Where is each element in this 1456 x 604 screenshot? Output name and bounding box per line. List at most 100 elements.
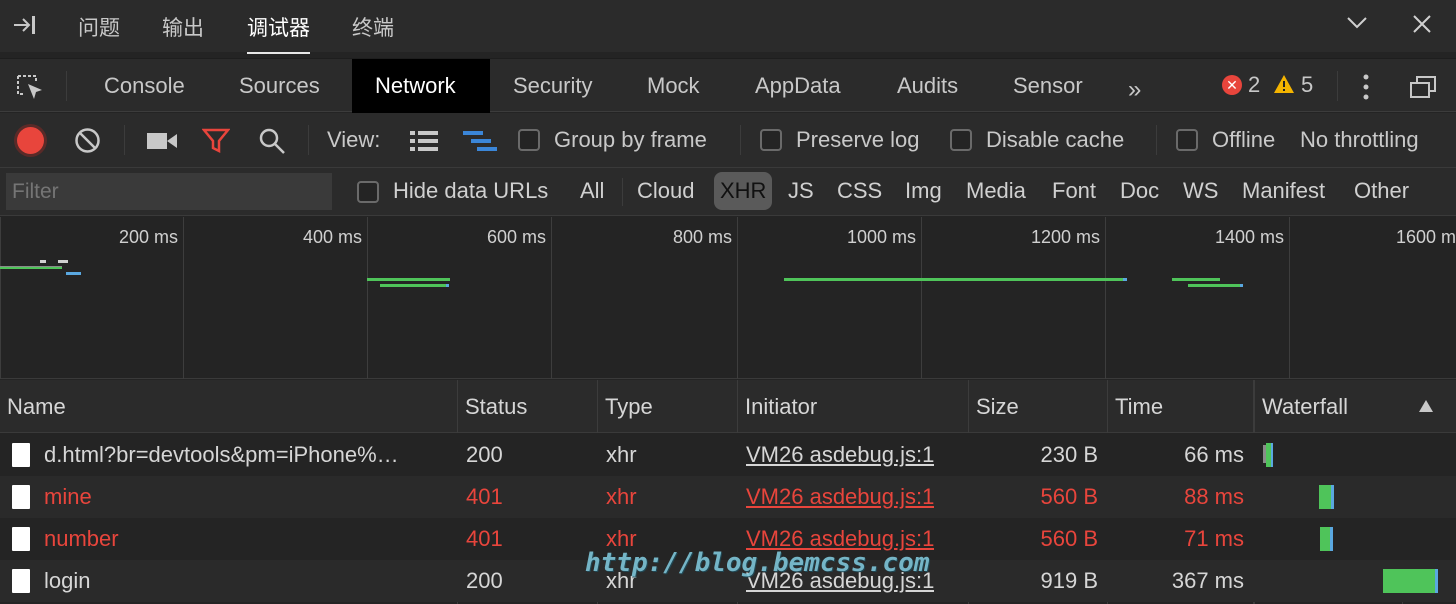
request-name[interactable]: number [44, 518, 444, 560]
list-view-icon[interactable] [410, 130, 438, 157]
group-by-frame-label[interactable]: Group by frame [554, 127, 707, 153]
panel-tab-debugger[interactable]: 调试器 [247, 12, 310, 54]
panel-tab-bar: 问题 输出 调试器 终端 [0, 0, 1456, 54]
filter-type-font[interactable]: Font [1052, 178, 1096, 204]
request-status: 200 [466, 442, 503, 467]
request-time: 66 ms [1184, 442, 1244, 467]
overview-tick: 1600 ms [1396, 227, 1456, 247]
panel-tab-terminal[interactable]: 终端 [352, 12, 394, 42]
tab-mock[interactable]: Mock [624, 59, 723, 113]
error-icon[interactable]: ✕ [1222, 75, 1242, 95]
filter-bar: Hide data URLs All Cloud XHR JS CSS Img … [0, 168, 1456, 216]
sort-ascending-icon[interactable] [1418, 399, 1434, 418]
preserve-log-label[interactable]: Preserve log [796, 127, 920, 153]
inspect-element-icon[interactable] [16, 74, 46, 107]
screenshot-video-icon[interactable] [147, 131, 177, 156]
offline-label[interactable]: Offline [1212, 127, 1275, 153]
request-name[interactable]: d.html?br=devtools&pm=iPhone%… [44, 434, 444, 476]
request-table-body: d.html?br=devtools&pm=iPhone%… 200 xhr V… [0, 434, 1456, 604]
throttling-select[interactable]: No throttling [1300, 127, 1419, 153]
overview-bar [1240, 284, 1243, 287]
chevron-down-icon[interactable] [1346, 16, 1368, 35]
filter-input[interactable] [6, 173, 332, 210]
request-time: 88 ms [1184, 484, 1244, 509]
warning-icon[interactable] [1273, 74, 1295, 99]
column-status[interactable]: Status [457, 380, 597, 433]
offline-checkbox[interactable] [1176, 129, 1198, 151]
overview-bar [1123, 278, 1127, 281]
waterfall-bar [1319, 485, 1331, 509]
column-size[interactable]: Size [968, 380, 1107, 433]
overview-bar [0, 267, 62, 269]
overview-timeline[interactable]: 200 ms 400 ms 600 ms 800 ms 1000 ms 1200… [0, 217, 1456, 379]
filter-type-other[interactable]: Other [1354, 178, 1409, 204]
filter-type-img[interactable]: Img [905, 178, 942, 204]
request-size: 919 B [1040, 568, 1099, 593]
panel-tab-problems[interactable]: 问题 [78, 12, 120, 42]
error-count[interactable]: 2 [1248, 72, 1260, 98]
waterfall-bar [1320, 527, 1330, 551]
warning-count[interactable]: 5 [1301, 72, 1313, 98]
tab-sensor[interactable]: Sensor [990, 59, 1106, 113]
undock-icon[interactable] [1410, 76, 1436, 103]
close-icon[interactable] [1412, 14, 1432, 39]
document-icon [12, 527, 30, 551]
overview-tick: 800 ms [672, 227, 732, 247]
watermark: http://blog.bemcss.com [585, 548, 930, 578]
overview-bar [1188, 284, 1242, 287]
clear-icon[interactable] [74, 127, 101, 159]
tab-audits[interactable]: Audits [874, 59, 981, 113]
filter-type-js[interactable]: JS [788, 178, 814, 204]
disable-cache-label[interactable]: Disable cache [986, 127, 1124, 153]
search-icon[interactable] [258, 127, 286, 160]
tab-security[interactable]: Security [490, 59, 615, 113]
record-button[interactable] [17, 127, 44, 154]
overview-bar [367, 278, 450, 281]
filter-type-ws[interactable]: WS [1183, 178, 1218, 204]
request-size: 560 B [1040, 526, 1099, 551]
request-initiator-link[interactable]: VM26 asdebug.js:1 [746, 476, 934, 518]
request-status: 401 [466, 484, 503, 509]
waterfall-view-icon[interactable] [463, 130, 497, 157]
filter-type-cloud[interactable]: Cloud [637, 178, 694, 204]
kebab-menu-icon[interactable] [1363, 73, 1369, 106]
overview-tick: 400 ms [302, 227, 362, 247]
panel-tab-output[interactable]: 输出 [162, 12, 204, 42]
tab-console[interactable]: Console [81, 59, 208, 113]
filter-type-all[interactable]: All [580, 178, 604, 204]
request-initiator-link[interactable]: VM26 asdebug.js:1 [746, 434, 934, 476]
toggle-sidebar-icon[interactable] [12, 14, 40, 36]
column-type[interactable]: Type [597, 380, 737, 433]
waterfall-bar [1331, 485, 1334, 509]
request-name[interactable]: login [44, 560, 444, 602]
filter-icon[interactable] [201, 128, 231, 159]
filter-type-doc[interactable]: Doc [1120, 178, 1159, 204]
overview-tick: 600 ms [486, 227, 546, 247]
column-time[interactable]: Time [1107, 380, 1253, 433]
request-size: 230 B [1040, 442, 1099, 467]
hide-data-urls-label[interactable]: Hide data URLs [393, 178, 548, 204]
filter-type-css[interactable]: CSS [837, 178, 882, 204]
group-by-frame-checkbox[interactable] [518, 129, 540, 151]
more-tabs-icon[interactable]: » [1128, 76, 1141, 104]
overview-bar [40, 260, 46, 263]
table-row[interactable]: d.html?br=devtools&pm=iPhone%… 200 xhr V… [0, 434, 1456, 476]
request-status: 200 [466, 568, 503, 593]
request-name[interactable]: mine [44, 476, 444, 518]
devtools-tab-bar: Console Sources Network Security Mock Ap… [0, 58, 1456, 113]
column-name[interactable]: Name [0, 380, 457, 433]
request-size: 560 B [1040, 484, 1099, 509]
waterfall-bar [1435, 569, 1438, 593]
filter-type-xhr[interactable]: XHR [714, 172, 773, 210]
table-row[interactable]: mine 401 xhr VM26 asdebug.js:1 560 B 88 … [0, 476, 1456, 518]
filter-type-manifest[interactable]: Manifest [1242, 178, 1325, 204]
disable-cache-checkbox[interactable] [950, 129, 972, 151]
tab-sources[interactable]: Sources [216, 59, 343, 113]
request-type: xhr [606, 442, 637, 467]
hide-data-urls-checkbox[interactable] [357, 181, 379, 203]
column-initiator[interactable]: Initiator [737, 380, 968, 433]
filter-type-media[interactable]: Media [966, 178, 1026, 204]
tab-network[interactable]: Network [352, 59, 490, 113]
tab-appdata[interactable]: AppData [732, 59, 864, 113]
preserve-log-checkbox[interactable] [760, 129, 782, 151]
